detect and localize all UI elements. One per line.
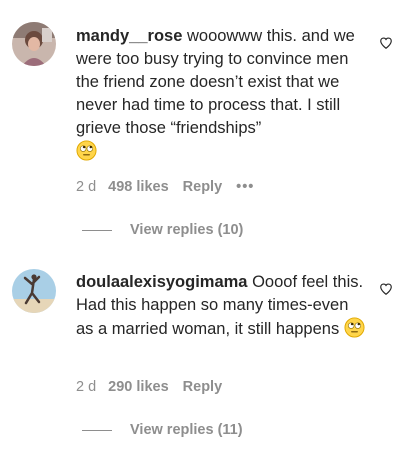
timestamp[interactable]: 2 d [76, 379, 96, 395]
comment-meta: 2 d 498 likes Reply ••• [76, 179, 254, 195]
avatar[interactable] [12, 22, 56, 66]
view-replies-button[interactable]: View replies (11) [82, 422, 243, 438]
like-heart-icon[interactable] [379, 282, 393, 296]
comment-text: mandy__rose wooowww this. and we were to… [76, 25, 368, 164]
likes-count[interactable]: 498 likes [108, 179, 168, 195]
view-replies-label: View replies (10) [130, 222, 244, 238]
username-link[interactable]: doulaalexisyogimama [76, 273, 248, 291]
avatar-image-icon [12, 269, 56, 313]
view-replies-label: View replies (11) [130, 422, 243, 438]
face-with-rolling-eyes-icon [344, 317, 365, 338]
comment-text: doulaalexisyogimama Oooof feel this. Had… [76, 271, 368, 341]
like-heart-icon[interactable] [379, 36, 393, 50]
comment-meta: 2 d 290 likes Reply [76, 379, 236, 395]
reply-button[interactable]: Reply [183, 179, 223, 195]
avatar[interactable] [12, 269, 56, 313]
divider-line [82, 429, 112, 431]
face-with-rolling-eyes-icon [76, 140, 97, 161]
likes-count[interactable]: 290 likes [108, 379, 168, 395]
reply-button[interactable]: Reply [183, 379, 223, 395]
divider-line [82, 229, 112, 231]
timestamp[interactable]: 2 d [76, 179, 96, 195]
username-link[interactable]: mandy__rose [76, 27, 182, 45]
avatar-image-icon [12, 22, 56, 66]
view-replies-button[interactable]: View replies (10) [82, 222, 243, 238]
more-options-icon[interactable]: ••• [236, 179, 254, 195]
